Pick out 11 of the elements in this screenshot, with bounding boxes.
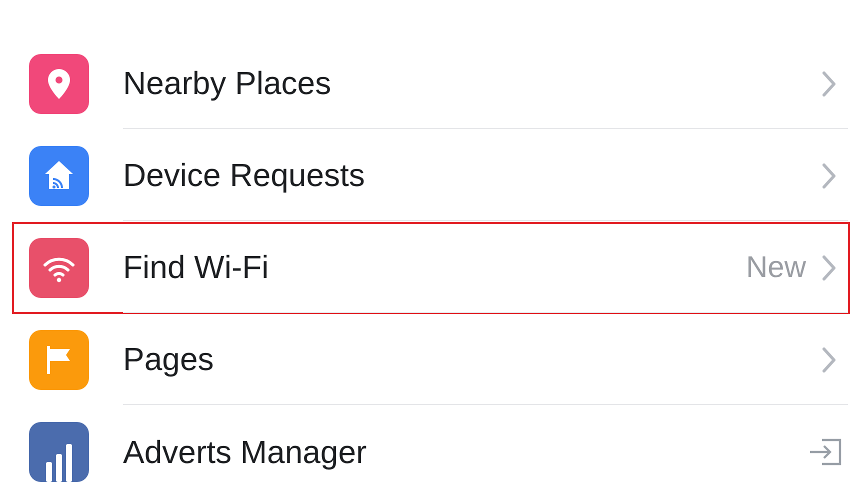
menu-item[interactable]: Pages (12, 314, 850, 406)
menu-item[interactable]: Find Wi-Fi New (12, 222, 850, 314)
menu-item-label: Find Wi-Fi (123, 249, 270, 286)
menu-item-label: Pages (123, 341, 215, 378)
menu-item-label: Adverts Manager (123, 434, 368, 470)
menu-item[interactable]: Device Requests (12, 130, 850, 222)
menu-item[interactable]: Nearby Places (12, 38, 850, 130)
new-label: New (746, 250, 806, 284)
menu-item-label: Nearby Places (123, 65, 332, 102)
menu-item-label: Device Requests (123, 157, 366, 194)
menu-item[interactable]: Adverts Manager (12, 406, 850, 486)
